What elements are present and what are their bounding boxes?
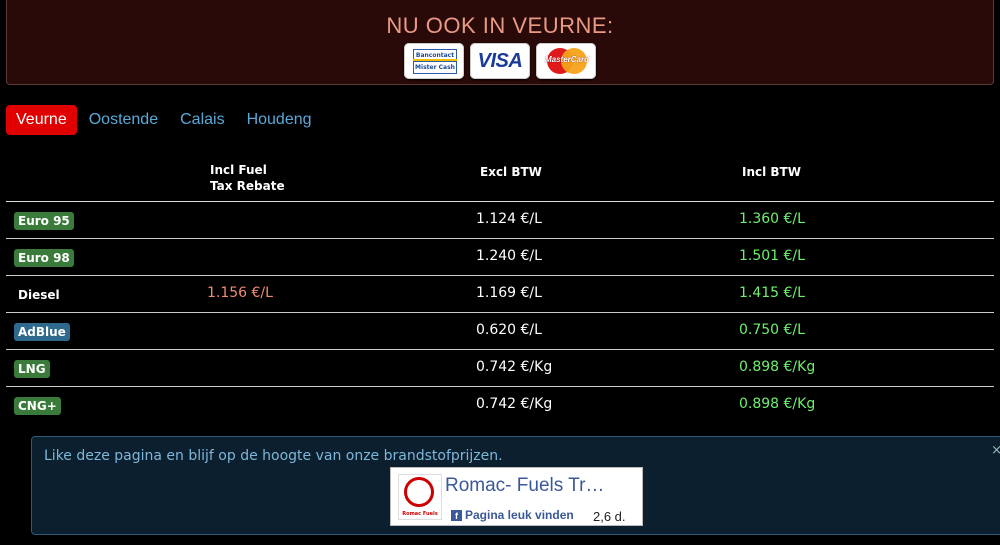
header-rebate: Incl Fuel Tax Rebate (210, 163, 285, 193)
price-incl-btw: 1.501 €/L (739, 248, 805, 264)
price-incl-btw: 0.898 €/Kg (739, 396, 816, 412)
facebook-like-box: Like deze pagina en blijf op de hoogte v… (31, 436, 1000, 535)
table-row: CNG+ 0.742 €/Kg 0.898 €/Kg (6, 387, 994, 423)
close-icon[interactable]: × (991, 443, 1000, 458)
visa-logo: VISA (470, 43, 530, 79)
price-incl-btw: 0.750 €/L (739, 322, 805, 338)
tab-calais[interactable]: Calais (170, 105, 234, 135)
fuel-badge: LNG (14, 360, 50, 378)
facebook-like-count: 2,6 d. (593, 509, 626, 524)
facebook-icon: f (451, 509, 462, 521)
price-excl-btw: 1.240 €/L (476, 248, 542, 264)
fuel-badge: Euro 95 (14, 212, 74, 230)
mastercard-logo: MasterCard (536, 43, 596, 79)
facebook-page-widget[interactable]: Romac Fuels Romac- Fuels Tr… f Pagina le… (390, 467, 643, 526)
romac-logo: Romac Fuels (398, 474, 442, 520)
price-rebate: 1.156 €/L (207, 285, 273, 301)
fuel-badge: AdBlue (14, 323, 70, 341)
table-row: Diesel 1.156 €/L 1.169 €/L 1.415 €/L (6, 276, 994, 313)
table-row: Euro 98 1.240 €/L 1.501 €/L (6, 239, 994, 276)
facebook-page-name[interactable]: Romac- Fuels Tr… (445, 475, 604, 497)
fuel-badge: Euro 98 (14, 249, 74, 267)
tab-veurne[interactable]: Veurne (6, 105, 77, 135)
table-row: Euro 95 1.124 €/L 1.360 €/L (6, 202, 994, 239)
header-excl-btw: Excl BTW (480, 165, 542, 179)
facebook-message: Like deze pagina en blijf op de hoogte v… (44, 448, 503, 464)
tab-oostende[interactable]: Oostende (79, 105, 168, 135)
payment-promo-banner: NU OOK IN VEURNE: Bancontact Mister Cash… (6, 0, 994, 85)
payment-cards: Bancontact Mister Cash VISA MasterCard (7, 43, 993, 79)
price-incl-btw: 0.898 €/Kg (739, 359, 816, 375)
location-tabs: Veurne Oostende Calais Houdeng (6, 105, 324, 135)
price-excl-btw: 1.169 €/L (476, 285, 542, 301)
promo-title: NU OOK IN VEURNE: (386, 13, 614, 38)
price-incl-btw: 1.415 €/L (739, 285, 805, 301)
price-incl-btw: 1.360 €/L (739, 211, 805, 227)
table-header: Incl Fuel Tax Rebate Excl BTW Incl BTW (6, 155, 994, 202)
facebook-like-button[interactable]: f Pagina leuk vinden (451, 508, 574, 522)
price-excl-btw: 1.124 €/L (476, 211, 542, 227)
tab-houdeng[interactable]: Houdeng (237, 105, 322, 135)
bancontact-logo: Bancontact Mister Cash (404, 43, 464, 79)
price-excl-btw: 0.742 €/Kg (476, 396, 553, 412)
fuel-badge: CNG+ (14, 397, 61, 415)
table-row: AdBlue 0.620 €/L 0.750 €/L (6, 313, 994, 350)
price-excl-btw: 0.742 €/Kg (476, 359, 553, 375)
table-row: LNG 0.742 €/Kg 0.898 €/Kg (6, 350, 994, 387)
price-excl-btw: 0.620 €/L (476, 322, 542, 338)
fuel-price-table: Incl Fuel Tax Rebate Excl BTW Incl BTW E… (6, 155, 994, 423)
header-incl-btw: Incl BTW (742, 165, 801, 179)
fuel-badge: Diesel (18, 288, 60, 302)
